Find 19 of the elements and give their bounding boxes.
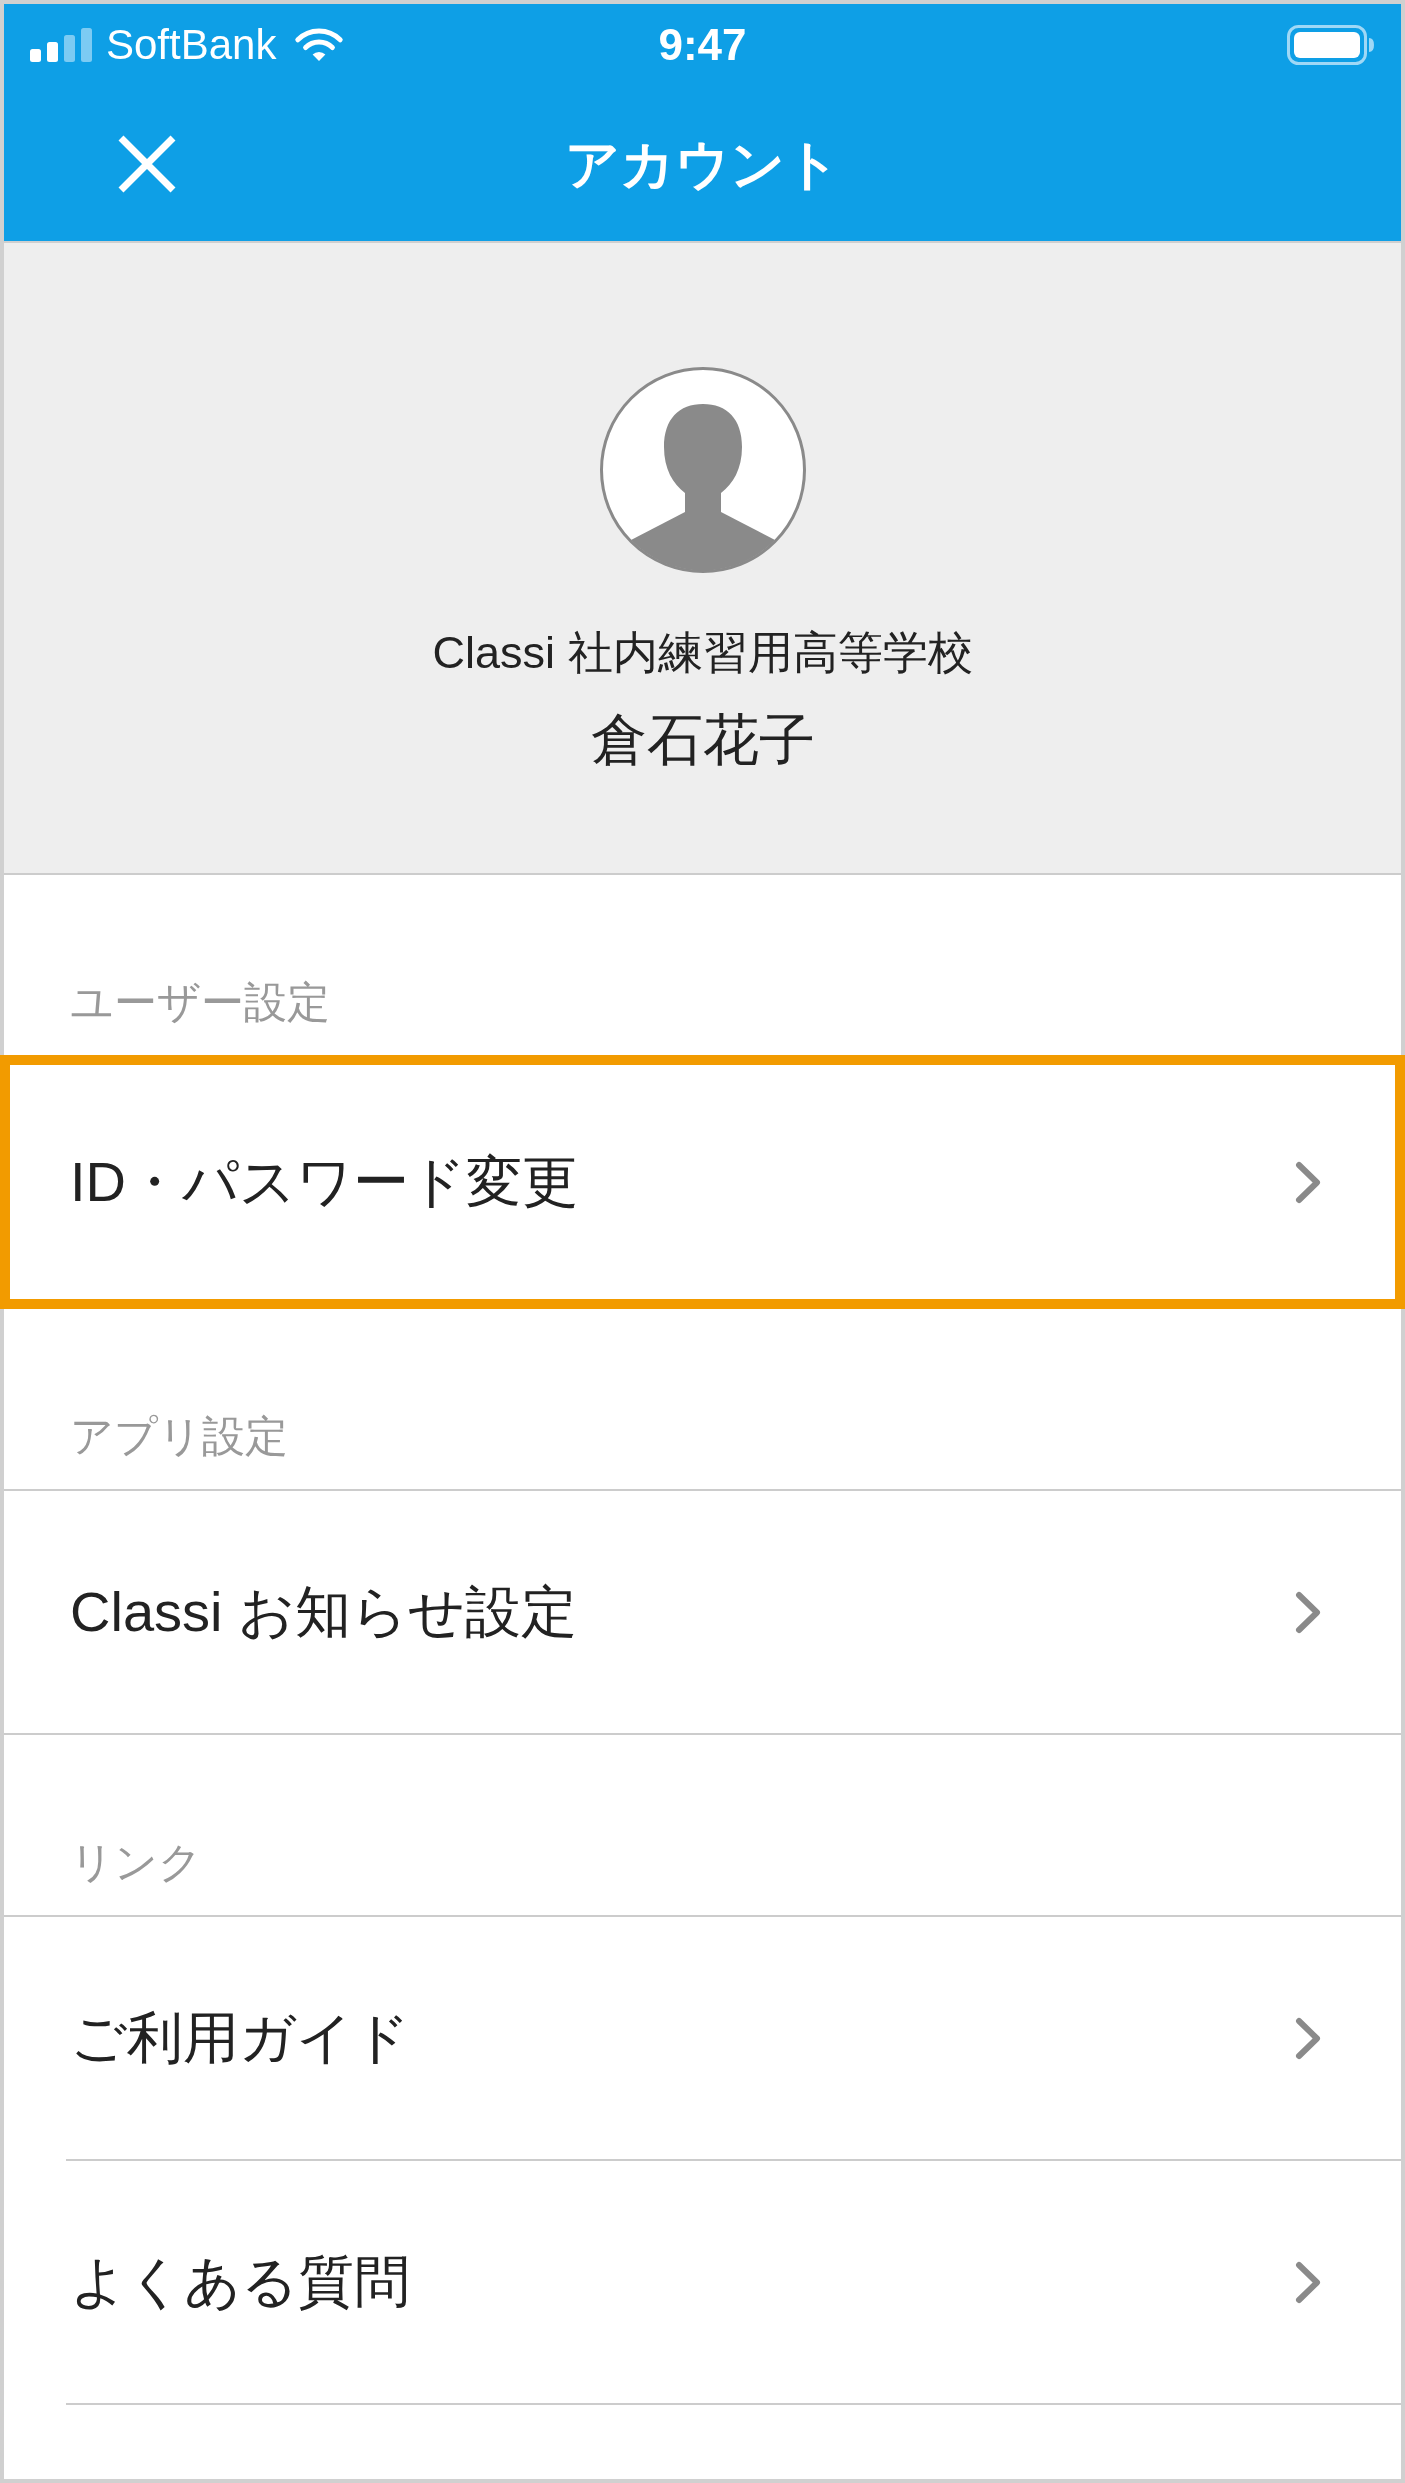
chevron-icon bbox=[1295, 1160, 1322, 1204]
battery-icon bbox=[1287, 25, 1375, 65]
section-label: アプリ設定 bbox=[70, 1411, 288, 1461]
settings-row[interactable]: ID・パスワード変更 bbox=[0, 1055, 1405, 1309]
chevron-icon bbox=[1295, 1590, 1322, 1634]
user-name: 倉石花子 bbox=[590, 707, 815, 773]
close-button[interactable] bbox=[118, 134, 176, 193]
close-icon bbox=[118, 134, 176, 193]
carrier-name: SoftBank bbox=[106, 20, 277, 70]
screen-title: アカウント bbox=[565, 132, 840, 196]
chevron-icon bbox=[1295, 2016, 1322, 2060]
status-time: 9:47 bbox=[658, 20, 747, 70]
chevron-icon bbox=[1295, 2260, 1322, 2304]
section-label: ユーザー設定 bbox=[70, 977, 330, 1027]
signal-icon bbox=[30, 28, 92, 62]
wifi-icon bbox=[294, 27, 345, 63]
avatar-icon bbox=[599, 367, 806, 573]
section-label: リンク bbox=[70, 1837, 202, 1887]
school-name: Classi 社内練習用高等学校 bbox=[432, 626, 973, 680]
